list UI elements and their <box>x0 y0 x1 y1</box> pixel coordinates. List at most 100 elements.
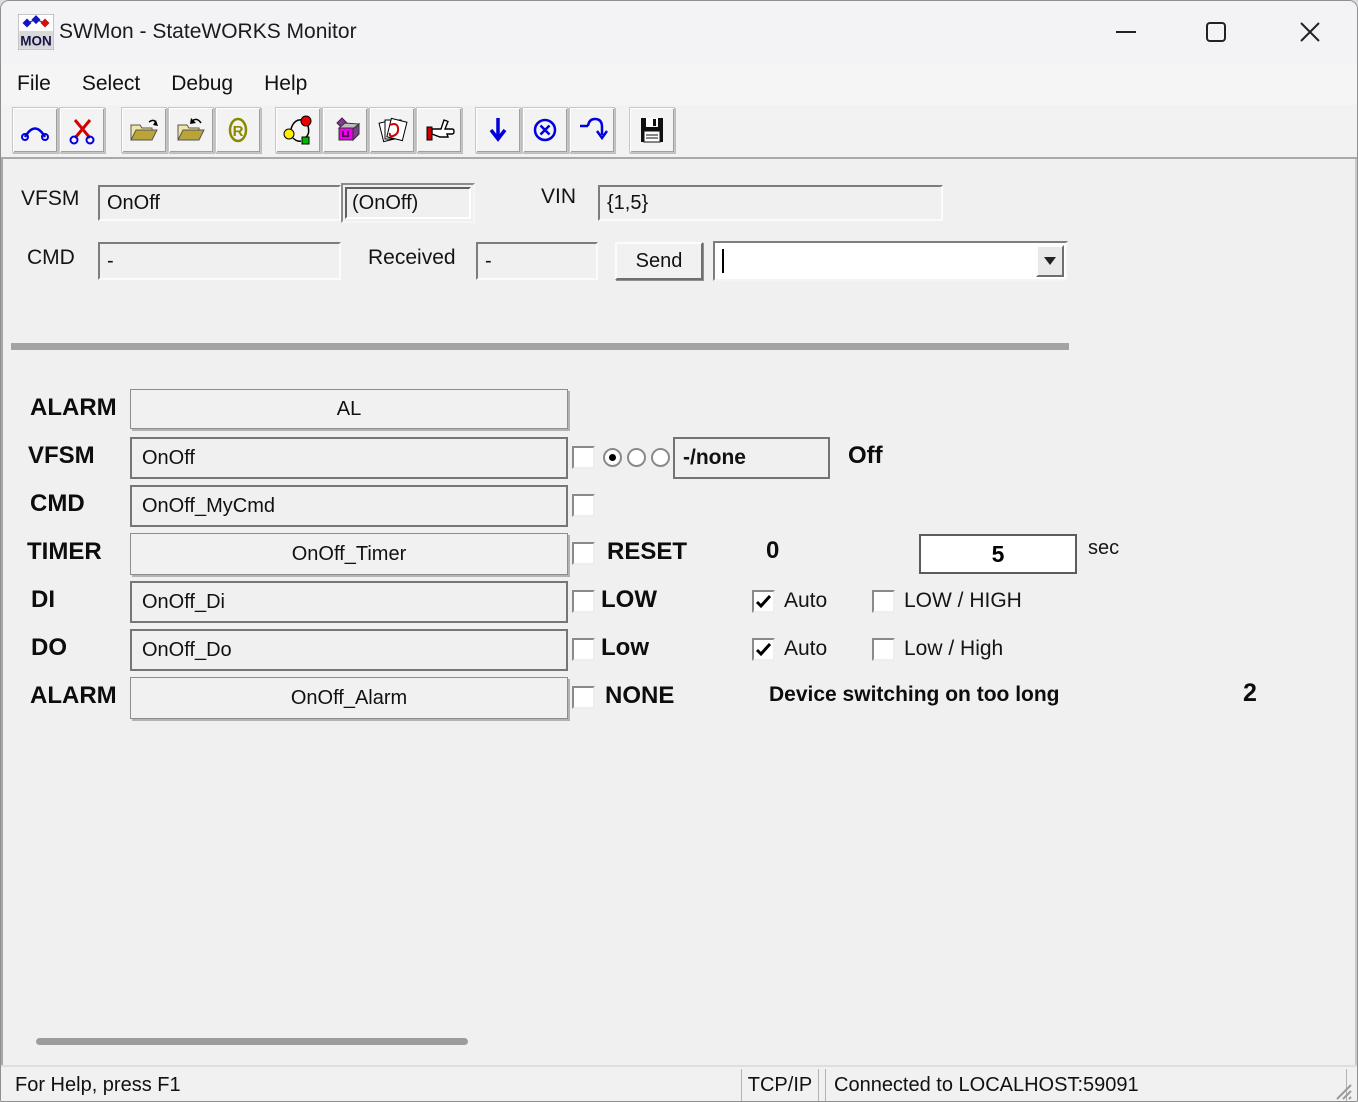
do-select-checkbox[interactable] <box>572 638 595 661</box>
cmd-row-label: CMD <box>30 490 85 518</box>
horizontal-scrollbar-thumb[interactable] <box>36 1038 468 1045</box>
command-combobox[interactable] <box>713 241 1068 281</box>
toolbar-step-button[interactable] <box>475 107 521 153</box>
vfsm-state-value: (OnOff) <box>345 187 471 219</box>
status-bar: For Help, press F1 TCP/IP Connected to L… <box>1 1065 1357 1102</box>
do-mode-checkbox[interactable] <box>872 638 895 661</box>
object-stack-icon <box>376 114 408 146</box>
vfsm-object-field: OnOff <box>130 437 568 479</box>
minimize-icon <box>1103 9 1149 55</box>
title-bar: MON SWMon - StateWORKS Monitor <box>1 1 1357 63</box>
maximize-icon <box>1193 9 1239 55</box>
status-help-text: For Help, press F1 <box>15 1067 181 1102</box>
toolbar-objects-button[interactable] <box>369 107 415 153</box>
cmd-top-label: CMD <box>27 246 75 270</box>
menu-help[interactable]: Help <box>264 72 307 96</box>
di-object-field: OnOff_Di <box>130 581 568 623</box>
alarm-object-button[interactable]: OnOff_Alarm <box>130 677 568 719</box>
toolbar-unit-button[interactable] <box>322 107 368 153</box>
client-area: VFSM OnOff (OnOff) VIN {1,5} CMD - Recei… <box>1 159 1357 1065</box>
cmd-object-field: OnOff_MyCmd <box>130 485 568 527</box>
vfsm-state-text: Off <box>848 442 883 470</box>
alarm-message-text: Device switching on too long <box>769 683 1060 707</box>
toolbar-rtdb-button[interactable]: R <box>215 107 261 153</box>
toolbar-connect-button[interactable] <box>12 107 58 153</box>
do-row-label: DO <box>31 634 67 662</box>
minimize-button[interactable] <box>1103 9 1149 55</box>
radio-dot <box>609 454 616 461</box>
alarm-row-label: ALARM <box>30 682 117 710</box>
vfsm-radio-1[interactable] <box>603 448 622 467</box>
timer-object-button[interactable]: OnOff_Timer <box>130 533 568 575</box>
disconnect-icon <box>66 114 98 146</box>
menu-file[interactable]: File <box>17 72 51 96</box>
maximize-button[interactable] <box>1193 9 1239 55</box>
vfsm-state-dropdown[interactable]: (OnOff) <box>341 183 475 223</box>
toolbar-loop-button[interactable] <box>569 107 615 153</box>
app-window: MON SWMon - StateWORKS Monitor File Sele… <box>0 0 1358 1102</box>
alarm-count-text: 2 <box>1243 679 1257 708</box>
close-icon <box>1287 9 1333 55</box>
di-mode-checkbox[interactable] <box>872 590 895 613</box>
vfsm-radio-2[interactable] <box>627 448 646 467</box>
toolbar-open-button[interactable] <box>121 107 167 153</box>
di-auto-checkbox[interactable] <box>752 590 775 613</box>
menu-select[interactable]: Select <box>82 72 140 96</box>
window-title: SWMon - StateWORKS Monitor <box>59 1 357 63</box>
toolbar-save-button[interactable] <box>629 107 675 153</box>
status-connection-pane: Connected to LOCALHOST:59091 <box>825 1069 1347 1101</box>
r-object-icon: R <box>222 114 254 146</box>
timer-value-text: 0 <box>766 537 779 565</box>
cmd-select-checkbox[interactable] <box>572 494 595 517</box>
status-protocol-pane: TCP/IP <box>741 1069 819 1101</box>
timer-preset-input[interactable]: 5 <box>919 534 1077 574</box>
do-state-text: Low <box>601 634 649 662</box>
down-arrow-icon <box>482 114 514 146</box>
di-state-text: LOW <box>601 586 657 614</box>
di-select-checkbox[interactable] <box>572 590 595 613</box>
do-auto-label: Auto <box>784 637 827 661</box>
close-button[interactable] <box>1287 9 1333 55</box>
toolbar-disconnect-button[interactable] <box>59 107 105 153</box>
open-folder-restore-icon <box>175 114 207 146</box>
timer-select-checkbox[interactable] <box>572 542 595 565</box>
connect-icon <box>19 114 51 146</box>
vfsm-name-field: OnOff <box>98 185 341 221</box>
resize-grip-icon[interactable] <box>1333 1081 1353 1101</box>
toolbar: R <box>1 105 1357 159</box>
received-value-field: - <box>476 242 598 280</box>
loop-arrow-icon <box>576 114 608 146</box>
fsm-diagram-icon <box>282 114 314 146</box>
menu-debug[interactable]: Debug <box>171 72 233 96</box>
timer-row-label: TIMER <box>27 538 102 566</box>
alarm-group-button[interactable]: AL <box>130 389 568 429</box>
vin-value-field: {1,5} <box>598 185 943 221</box>
combobox-dropdown-button[interactable] <box>1036 245 1064 277</box>
toolbar-cancel-button[interactable] <box>522 107 568 153</box>
do-mode-label: Low / High <box>904 637 1003 661</box>
do-object-field: OnOff_Do <box>130 629 568 671</box>
vin-label: VIN <box>541 185 576 209</box>
vfsm-top-label: VFSM <box>21 187 79 211</box>
alarm-select-checkbox[interactable] <box>572 686 595 709</box>
toolbar-fsm-button[interactable] <box>275 107 321 153</box>
send-button[interactable]: Send <box>615 242 703 280</box>
svg-text:MON: MON <box>20 34 52 49</box>
splitter-bar[interactable] <box>11 343 1069 350</box>
do-auto-checkbox[interactable] <box>752 638 775 661</box>
timer-unit-label: sec <box>1088 537 1119 560</box>
alarm-header-label: ALARM <box>30 394 117 422</box>
toolbar-pointer-button[interactable] <box>416 107 462 153</box>
vfsm-row-label: VFSM <box>28 442 95 470</box>
vfsm-select-checkbox[interactable] <box>572 446 595 469</box>
di-mode-label: LOW / HIGH <box>904 589 1022 613</box>
chevron-down-icon <box>1044 257 1056 265</box>
vfsm-radio-3[interactable] <box>651 448 670 467</box>
di-row-label: DI <box>31 586 55 614</box>
menu-bar: File Select Debug Help <box>1 63 1357 105</box>
vfsm-io-field: -/none <box>673 437 830 479</box>
di-auto-label: Auto <box>784 589 827 613</box>
alarm-state-text: NONE <box>605 682 674 710</box>
toolbar-open-restore-button[interactable] <box>168 107 214 153</box>
app-logo-icon: MON <box>18 14 54 50</box>
